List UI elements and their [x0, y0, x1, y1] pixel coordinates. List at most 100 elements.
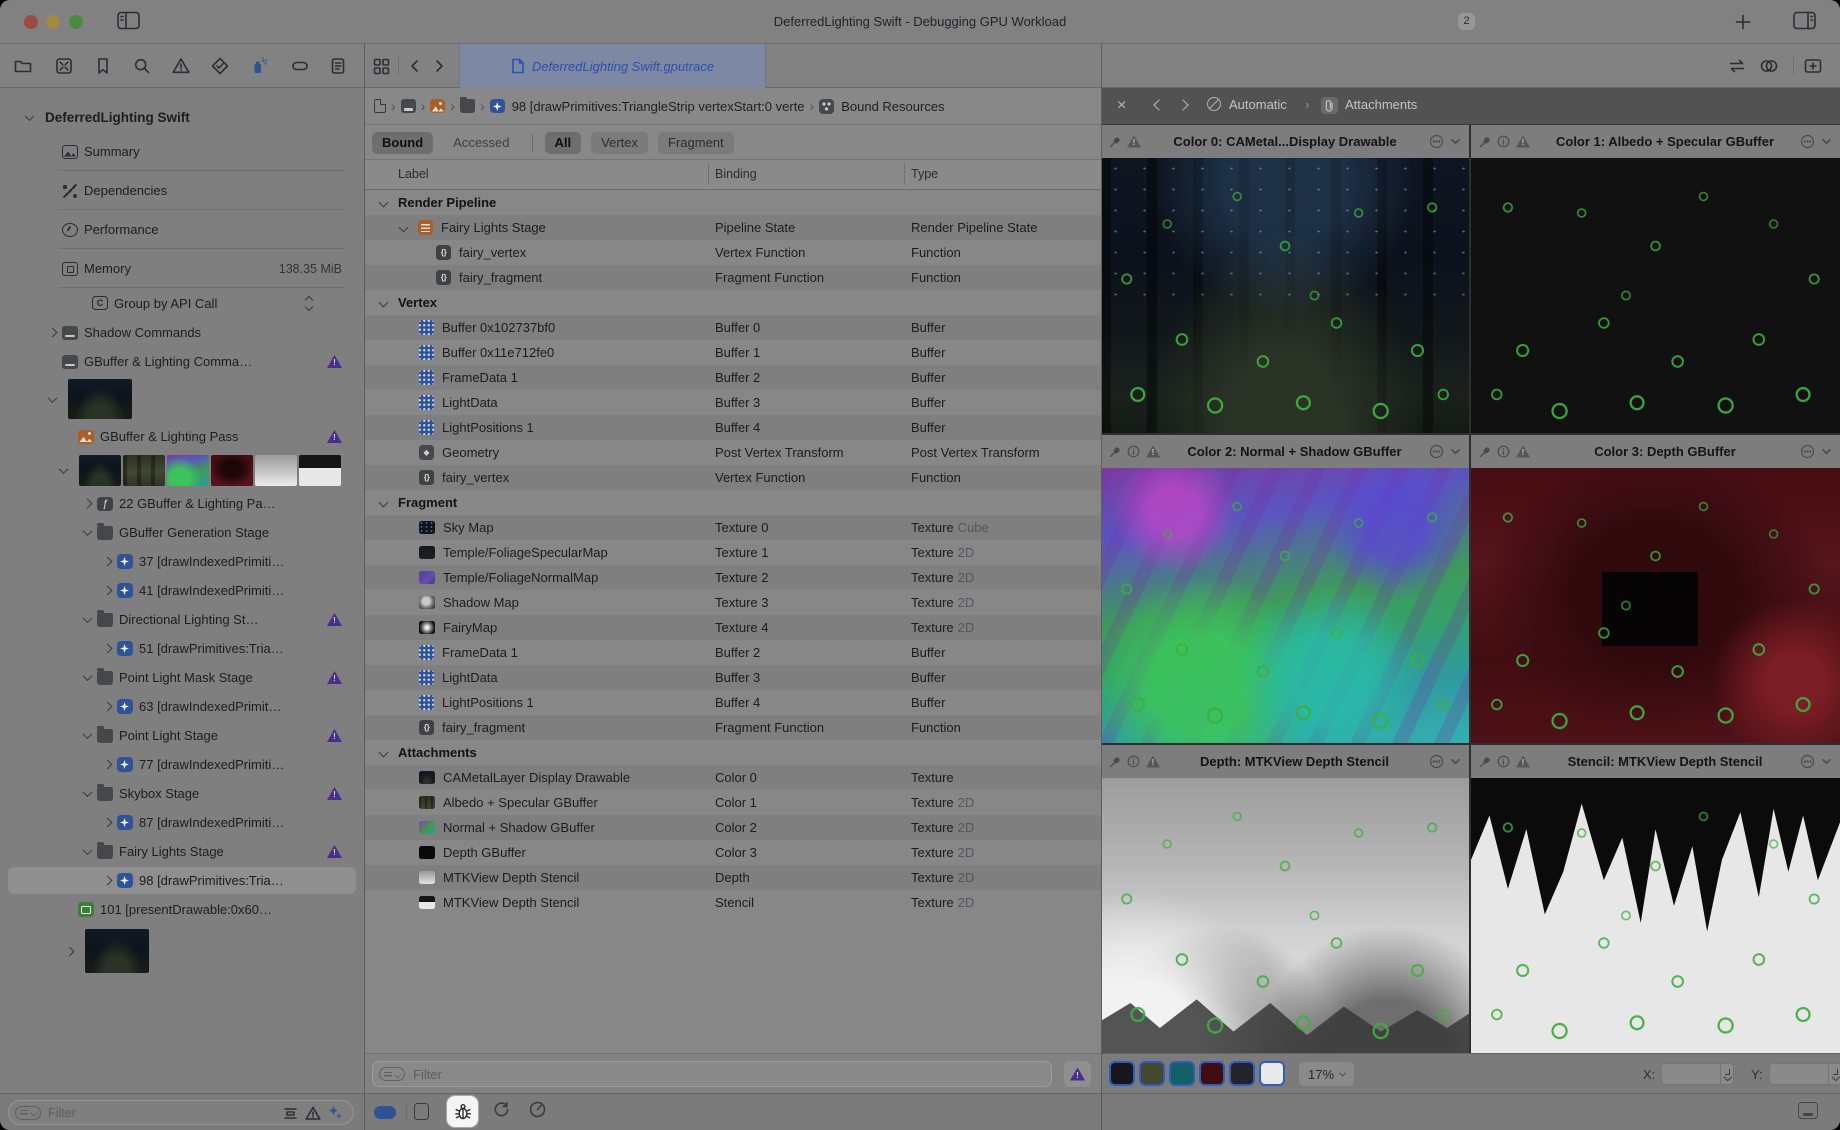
- issues-navigator-icon[interactable]: [170, 55, 192, 77]
- disclosure-down-icon[interactable]: [78, 790, 97, 797]
- chevron-down-icon[interactable]: [1821, 756, 1832, 767]
- resource-row[interactable]: Normal + Shadow GBufferColor 2Texture2D: [364, 815, 1101, 840]
- ellipsis-menu-icon[interactable]: [1429, 444, 1444, 459]
- command-buffer-icon[interactable]: [401, 99, 416, 113]
- disclosure-down-icon[interactable]: [379, 748, 389, 758]
- eyedropper-icon[interactable]: [1109, 136, 1121, 148]
- disclosure-down-icon[interactable]: [78, 529, 97, 536]
- resource-row[interactable]: LightPositions 1Buffer 4Buffer: [364, 690, 1101, 715]
- nav-item[interactable]: Memory138.35 MiB: [0, 249, 364, 288]
- attachment-swatch[interactable]: [1199, 1061, 1225, 1086]
- replay-icon[interactable]: [492, 1100, 511, 1119]
- panel-divider[interactable]: [1101, 44, 1102, 1130]
- tests-navigator-icon[interactable]: [209, 55, 231, 77]
- resource-group-row[interactable]: Vertex: [364, 290, 1101, 315]
- add-panel-icon[interactable]: [1802, 55, 1824, 77]
- stepper-icon[interactable]: [306, 297, 312, 310]
- disclosure-right-icon[interactable]: [43, 329, 62, 336]
- files-navigator-icon[interactable]: [12, 55, 34, 77]
- resource-row[interactable]: GeometryPost Vertex TransformPost Vertex…: [364, 440, 1101, 465]
- breakpoints-navigator-icon[interactable]: [289, 55, 311, 77]
- disclosure-down-icon[interactable]: [43, 396, 62, 403]
- resource-row[interactable]: fairy_vertexVertex FunctionFunction: [364, 465, 1101, 490]
- info-icon[interactable]: [1497, 445, 1510, 458]
- eyedropper-icon[interactable]: [1479, 136, 1491, 148]
- breadcrumb-page[interactable]: Bound Resources: [841, 99, 944, 114]
- resource-row[interactable]: CAMetalLayer Display DrawableColor 0Text…: [364, 765, 1101, 790]
- nav-item[interactable]: 98 [drawPrimitives:Tria…: [0, 866, 364, 895]
- segment-fragment[interactable]: Fragment: [658, 132, 734, 154]
- nav-item[interactable]: Summary: [0, 132, 364, 171]
- debug-navigator-icon[interactable]: [248, 55, 270, 77]
- nav-item[interactable]: 41 [drawIndexedPrimiti…: [0, 576, 364, 605]
- nav-item[interactable]: GBuffer & Lighting Comma…: [0, 347, 364, 376]
- resource-row[interactable]: Shadow MapTexture 3Texture2D: [364, 590, 1101, 615]
- disclosure-down-icon[interactable]: [20, 114, 39, 121]
- disclosure-down-icon[interactable]: [78, 674, 97, 681]
- attachment-preview[interactable]: [1471, 158, 1840, 433]
- disclosure-down-icon[interactable]: [78, 616, 97, 623]
- render-thumbnails[interactable]: [79, 455, 341, 486]
- info-icon[interactable]: [1497, 135, 1510, 148]
- issues-warning-button[interactable]: [1064, 1061, 1091, 1087]
- disclosure-down-icon[interactable]: [379, 198, 389, 208]
- render-thumbnails[interactable]: [85, 929, 149, 973]
- column-binding[interactable]: Binding: [715, 167, 757, 181]
- resource-row[interactable]: MTKView Depth StencilDepthTexture2D: [364, 865, 1101, 890]
- nav-item[interactable]: 63 [drawIndexedPrimit…: [0, 692, 364, 721]
- nav-item[interactable]: Shadow Commands: [0, 318, 364, 347]
- attachment-swatch[interactable]: [1229, 1061, 1255, 1086]
- nav-item[interactable]: Fairy Lights Stage: [0, 837, 364, 866]
- bottom-panel-toggle-icon[interactable]: [1798, 1102, 1818, 1119]
- nav-item[interactable]: Dependencies: [0, 171, 364, 210]
- navigator-filter-input[interactable]: [41, 1106, 283, 1120]
- nav-item-project[interactable]: DeferredLighting Swift: [0, 102, 364, 132]
- history-forward-icon[interactable]: [428, 55, 450, 77]
- breakpoint-pill-icon[interactable]: [374, 1100, 396, 1119]
- eyedropper-icon[interactable]: [1479, 756, 1491, 768]
- disclosure-right-icon[interactable]: [98, 587, 117, 594]
- breadcrumb-draw-call[interactable]: 98 [drawPrimitives:TriangleStrip vertexS…: [512, 99, 805, 114]
- info-icon[interactable]: [1127, 445, 1140, 458]
- disclosure-right-icon[interactable]: [98, 877, 117, 884]
- chevron-down-icon[interactable]: [1821, 446, 1832, 457]
- attachment-swatch[interactable]: [1259, 1061, 1285, 1086]
- performance-gauge-icon[interactable]: [528, 1100, 547, 1119]
- resource-row[interactable]: Temple/FoliageSpecularMapTexture 1Textur…: [364, 540, 1101, 565]
- disclosure-right-icon[interactable]: [98, 761, 117, 768]
- resource-row[interactable]: Buffer 0x102737bf0Buffer 0Buffer: [364, 315, 1101, 340]
- resource-row[interactable]: FairyMapTexture 4Texture2D: [364, 615, 1101, 640]
- column-label[interactable]: Label: [398, 167, 429, 181]
- segment-vertex[interactable]: Vertex: [591, 132, 648, 154]
- filter-menu-icon[interactable]: [379, 1067, 405, 1081]
- warning-filter-icon[interactable]: [305, 1106, 321, 1120]
- nav-item[interactable]: 77 [drawIndexedPrimiti…: [0, 750, 364, 779]
- attachment-preview[interactable]: [1471, 468, 1840, 743]
- disclosure-down-icon[interactable]: [379, 498, 389, 508]
- resource-row[interactable]: FrameData 1Buffer 2Buffer: [364, 640, 1101, 665]
- disclosure-right-icon[interactable]: [78, 500, 97, 507]
- info-icon[interactable]: [1497, 755, 1510, 768]
- x-stepper[interactable]: [1721, 1063, 1734, 1085]
- nav-item[interactable]: Skybox Stage: [0, 779, 364, 808]
- nav-item[interactable]: GBuffer & Lighting Pass: [0, 422, 364, 451]
- resource-row[interactable]: fairy_fragmentFragment FunctionFunction: [364, 715, 1101, 740]
- y-stepper[interactable]: [1829, 1063, 1840, 1085]
- automatic-mode[interactable]: Automatic: [1229, 97, 1287, 112]
- segment-all[interactable]: All: [545, 132, 582, 154]
- disclosure-down-icon[interactable]: [78, 732, 97, 739]
- resource-row[interactable]: fairy_fragmentFragment FunctionFunction: [364, 265, 1101, 290]
- back-icon[interactable]: [1155, 97, 1163, 112]
- disclosure-right-icon[interactable]: [98, 558, 117, 565]
- render-thumbnails[interactable]: [68, 379, 132, 419]
- resource-row[interactable]: Temple/FoliageNormalMapTexture 2Texture2…: [364, 565, 1101, 590]
- nav-item[interactable]: Point Light Mask Stage: [0, 663, 364, 692]
- chevron-down-icon[interactable]: [1450, 446, 1461, 457]
- attachment-preview[interactable]: [1471, 778, 1840, 1053]
- attachment-preview[interactable]: [1101, 778, 1469, 1053]
- nav-item[interactable]: [0, 451, 364, 489]
- chevron-down-icon[interactable]: [1821, 136, 1832, 147]
- chevron-down-icon[interactable]: [1450, 136, 1461, 147]
- forward-icon[interactable]: [1179, 97, 1187, 112]
- resource-row[interactable]: FrameData 1Buffer 2Buffer: [364, 365, 1101, 390]
